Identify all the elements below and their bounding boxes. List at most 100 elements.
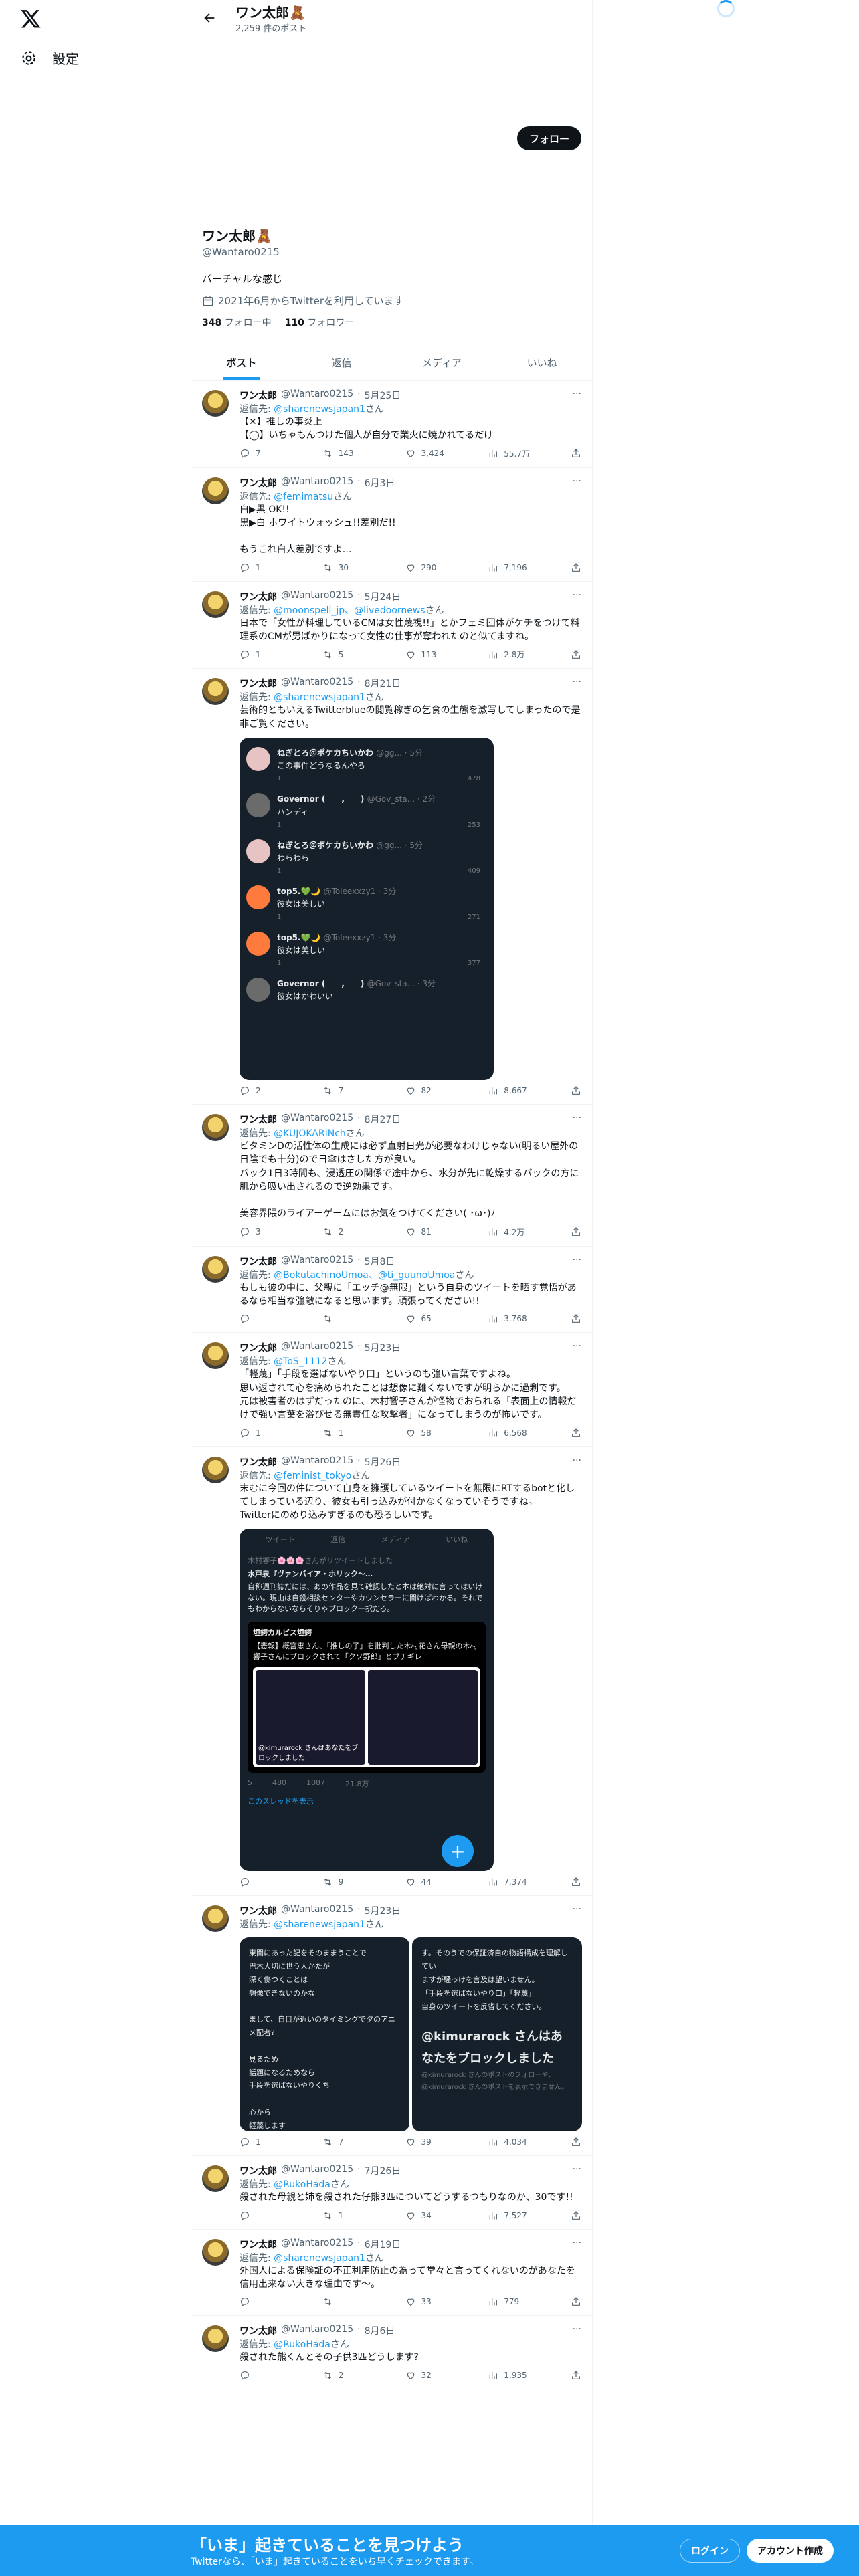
reply-button[interactable] (240, 2296, 300, 2307)
share-button[interactable] (571, 1876, 581, 1887)
views-button[interactable]: 4,034 (488, 2137, 548, 2147)
repost-button[interactable]: 7 (322, 2137, 383, 2147)
reply-to-link[interactable]: @sharenewsjapan1 (274, 1919, 365, 1930)
signup-button[interactable]: アカウント作成 (747, 2539, 834, 2563)
share-button[interactable] (571, 562, 581, 573)
repost-button[interactable]: 143 (322, 448, 383, 459)
followers-link[interactable]: 110 フォロワー (285, 316, 355, 329)
views-button[interactable]: 2.8万 (488, 649, 548, 660)
like-button[interactable]: 113 (405, 649, 466, 660)
like-button[interactable]: 39 (405, 2137, 466, 2147)
tweet-author-name[interactable]: ワン太郎 (240, 1113, 277, 1126)
reply-button[interactable]: 7 (240, 448, 300, 459)
following-link[interactable]: 348 フォロー中 (202, 316, 272, 329)
like-button[interactable]: 33 (405, 2296, 466, 2307)
like-button[interactable]: 44 (405, 1876, 466, 1887)
tweet[interactable]: ··· ワン太郎 @Wantaro0215 · 8月21日 返信先: @sharenews… (191, 669, 592, 1105)
tweet-date[interactable]: 8月27日 (365, 1113, 401, 1126)
tweet-media-screenshot[interactable]: ツイート 返信 メディア いいね 木村響子🌸🌸🌸さんがリツイートしました 水戸泉『ヴァンパ… (240, 1529, 494, 1872)
reply-button[interactable]: 1 (240, 562, 300, 573)
reply-button[interactable] (240, 1313, 300, 1324)
avatar[interactable] (202, 1905, 229, 1933)
avatar[interactable] (202, 477, 229, 504)
tweet-author-name[interactable]: ワン太郎 (240, 2164, 277, 2177)
more-options-icon[interactable]: ··· (573, 1341, 581, 1352)
like-button[interactable]: 65 (405, 1313, 466, 1324)
share-button[interactable] (571, 2370, 581, 2381)
share-button[interactable] (571, 1428, 581, 1438)
like-button[interactable]: 34 (405, 2210, 466, 2221)
reply-to-link[interactable]: @femimatsu (274, 492, 333, 502)
reply-to-link[interactable]: @RukoHada (274, 2179, 330, 2190)
tweet[interactable]: ··· ワン太郎 @Wantaro0215 · 5月24日 返信先: @moonspell… (191, 582, 592, 669)
share-button[interactable] (571, 2296, 581, 2307)
like-button[interactable]: 3,424 (405, 448, 466, 459)
settings-link[interactable]: 設定 (20, 48, 79, 68)
reply-to-link[interactable]: @sharenewsjapan1 (274, 692, 365, 703)
reply-button[interactable] (240, 2370, 300, 2381)
more-options-icon[interactable]: ··· (573, 677, 581, 687)
views-button[interactable]: 4.2万 (488, 1226, 548, 1238)
tweet[interactable]: ··· ワン太郎 @Wantaro0215 · 7月26日 返信先: @RukoHadaさ… (191, 2156, 592, 2230)
login-button[interactable]: ログイン (680, 2539, 740, 2563)
repost-button[interactable]: 1 (322, 1428, 383, 1438)
views-button[interactable]: 7,374 (488, 1876, 548, 1887)
share-button[interactable] (571, 1085, 581, 1096)
share-button[interactable] (571, 448, 581, 459)
tweet-date[interactable]: 6月3日 (365, 476, 395, 490)
avatar[interactable] (202, 2238, 229, 2266)
tab-media[interactable]: メディア (392, 345, 492, 380)
repost-button[interactable]: 9 (322, 1876, 383, 1887)
reply-to-link[interactable]: @feminist_tokyo (274, 1471, 351, 1481)
tab-replies[interactable]: 返信 (292, 345, 392, 380)
avatar[interactable] (202, 678, 229, 706)
repost-button[interactable]: 5 (322, 649, 383, 660)
repost-button[interactable] (322, 1313, 383, 1324)
avatar[interactable] (202, 2325, 229, 2353)
like-button[interactable]: 82 (405, 1085, 466, 1096)
tab-posts[interactable]: ポスト (191, 345, 292, 380)
x-logo-icon[interactable] (20, 8, 41, 29)
avatar[interactable] (202, 591, 229, 618)
avatar[interactable] (202, 2165, 229, 2193)
avatar[interactable] (202, 390, 229, 417)
views-button[interactable]: 8,667 (488, 1085, 548, 1096)
more-options-icon[interactable]: ··· (573, 2238, 581, 2248)
like-button[interactable]: 81 (405, 1226, 466, 1238)
tweet[interactable]: ··· ワン太郎 @Wantaro0215 · 8月27日 返信先: @KUJOKARIN… (191, 1105, 592, 1247)
tab-likes[interactable]: いいね (492, 345, 592, 380)
reply-button[interactable]: 1 (240, 2137, 300, 2147)
tweet[interactable]: ··· ワン太郎 @Wantaro0215 · 5月26日 返信先: @feminist_… (191, 1447, 592, 1897)
share-button[interactable] (571, 1313, 581, 1324)
more-options-icon[interactable]: ··· (573, 1904, 581, 1915)
views-button[interactable]: 7,196 (488, 562, 548, 573)
tweet-author-name[interactable]: ワン太郎 (240, 389, 277, 402)
avatar[interactable] (202, 1342, 229, 1370)
tweet-date[interactable]: 5月24日 (365, 590, 401, 603)
more-options-icon[interactable]: ··· (573, 2324, 581, 2335)
tweet-author-name[interactable]: ワン太郎 (240, 476, 277, 490)
tweet-date[interactable]: 8月6日 (365, 2324, 395, 2337)
like-button[interactable]: 290 (405, 562, 466, 573)
views-button[interactable]: 55.7万 (488, 448, 548, 459)
repost-button[interactable]: 30 (322, 562, 383, 573)
reply-to-link[interactable]: @sharenewsjapan1 (274, 404, 365, 415)
views-button[interactable]: 779 (488, 2296, 548, 2307)
repost-button[interactable]: 2 (322, 1226, 383, 1238)
views-button[interactable]: 6,568 (488, 1428, 548, 1438)
reply-button[interactable]: 1 (240, 649, 300, 660)
follow-button[interactable]: フォロー (516, 126, 581, 150)
tweet-author-name[interactable]: ワン太郎 (240, 1455, 277, 1469)
more-options-icon[interactable]: ··· (573, 1455, 581, 1466)
repost-button[interactable]: 7 (322, 1085, 383, 1096)
tweet-date[interactable]: 5月23日 (365, 1904, 401, 1917)
tweet-date[interactable]: 7月26日 (365, 2164, 401, 2177)
like-button[interactable]: 58 (405, 1428, 466, 1438)
tweet-author-name[interactable]: ワン太郎 (240, 2324, 277, 2337)
tweet-date[interactable]: 6月19日 (365, 2238, 401, 2251)
tweet-date[interactable]: 5月26日 (365, 1455, 401, 1469)
reply-button[interactable] (240, 2210, 300, 2221)
reply-to-link[interactable]: @ToS_1112 (274, 1356, 327, 1367)
reply-button[interactable] (240, 1876, 300, 1887)
tweet-date[interactable]: 8月21日 (365, 677, 401, 690)
